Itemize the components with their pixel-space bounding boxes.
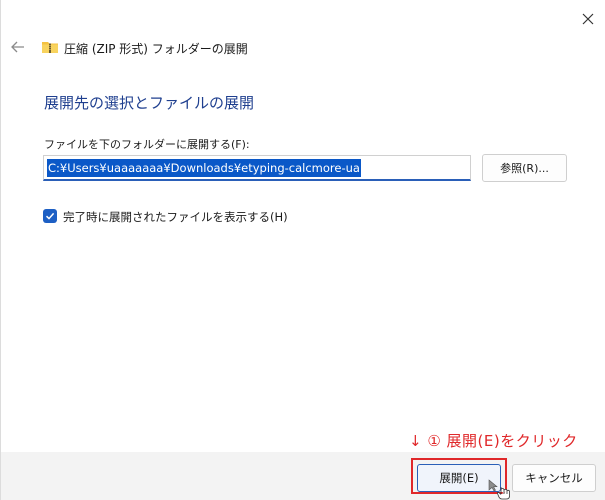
window-title: 圧縮 (ZIP 形式) フォルダーの展開: [64, 42, 248, 56]
page-heading: 展開先の選択とファイルの展開: [44, 94, 255, 112]
zip-folder-icon: [42, 42, 58, 53]
show-files-label: 完了時に展開されたファイルを表示する(H): [63, 210, 288, 224]
checkmark-icon: [45, 212, 55, 220]
mouse-pointer-icon: [488, 479, 510, 500]
back-arrow-icon: [11, 41, 24, 53]
back-button[interactable]: [9, 38, 27, 56]
show-files-checkbox[interactable]: [43, 209, 57, 223]
instruction-annotation: ↓ ① 展開(E)をクリック: [409, 432, 578, 450]
destination-path-input[interactable]: C:¥Users¥uaaaaaaa¥Downloads¥etyping-calc…: [43, 155, 471, 181]
browse-button[interactable]: 参照(R)...: [482, 154, 567, 182]
destination-label: ファイルを下のフォルダーに展開する(F):: [44, 138, 250, 151]
extract-zip-dialog: 圧縮 (ZIP 形式) フォルダーの展開 展開先の選択とファイルの展開 ファイル…: [0, 0, 605, 500]
close-button[interactable]: [577, 8, 599, 30]
cancel-button[interactable]: キャンセル: [512, 464, 596, 492]
destination-path-value: C:¥Users¥uaaaaaaa¥Downloads¥etyping-calc…: [47, 158, 361, 177]
close-icon: [582, 13, 594, 25]
